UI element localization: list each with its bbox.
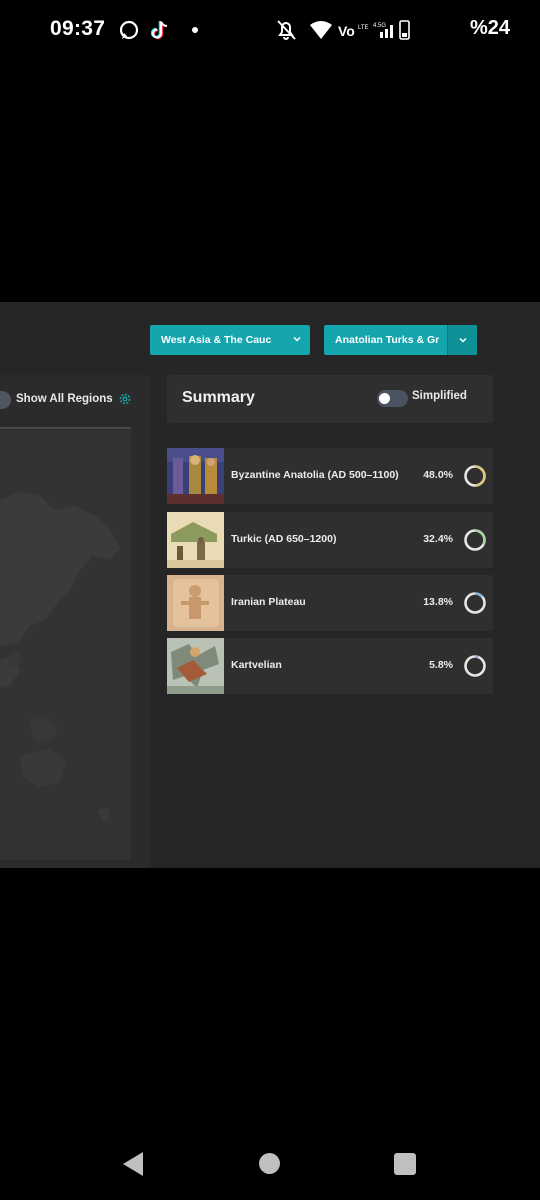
notification-icons — [118, 18, 208, 42]
region-dropdown-label: West Asia & The Cauc — [161, 334, 272, 346]
population-row[interactable]: Byzantine Anatolia (AD 500–1100) 48.0% — [167, 448, 493, 504]
iranian-thumbnail — [167, 575, 224, 631]
ancestry-panel: West Asia & The Cauc Anatolian Turks & G… — [0, 302, 540, 868]
home-button[interactable] — [259, 1153, 280, 1174]
population-percent: 32.4% — [423, 533, 453, 545]
world-map[interactable] — [0, 430, 131, 860]
simplified-label: Simplified — [412, 390, 467, 402]
population-row[interactable]: Kartvelian 5.8% — [167, 638, 493, 694]
mute-icon — [277, 20, 296, 40]
chevron-down-icon — [459, 337, 467, 343]
svg-text:Vo: Vo — [338, 23, 355, 39]
volte-icon: Vo LTE 4.5G — [338, 23, 386, 39]
percent-ring — [464, 465, 486, 487]
turkic-thumbnail — [167, 512, 224, 568]
population-dropdown[interactable]: Anatolian Turks & Gr — [324, 325, 477, 355]
battery-percent: %24 — [469, 17, 510, 39]
region-dropdown[interactable]: West Asia & The Cauc — [150, 325, 310, 355]
simplified-toggle[interactable] — [377, 390, 408, 407]
percent-ring — [464, 529, 486, 551]
population-name: Byzantine Anatolia (AD 500–1100) — [231, 469, 399, 481]
population-percent: 13.8% — [423, 596, 453, 608]
population-percent: 48.0% — [423, 469, 453, 481]
tiktok-icon — [150, 21, 168, 40]
summary-header: Summary Simplified — [167, 375, 493, 423]
whatsapp-icon — [119, 20, 139, 40]
population-row[interactable]: Turkic (AD 650–1200) 32.4% — [167, 512, 493, 568]
kartvelian-thumbnail — [167, 638, 224, 694]
svg-text:LTE: LTE — [358, 25, 369, 31]
toggle-knob — [379, 393, 390, 404]
percent-ring — [464, 592, 486, 614]
wifi-icon — [310, 21, 332, 39]
summary-title: Summary — [182, 389, 255, 406]
byzantine-thumbnail — [167, 448, 224, 504]
gear-icon[interactable] — [118, 392, 132, 406]
percent-ring — [464, 655, 486, 677]
status-bar: 09:37 Vo LTE 4.5G %24 — [0, 0, 540, 60]
population-percent: 5.8% — [429, 659, 453, 671]
map-divider — [0, 427, 131, 429]
back-icon[interactable] — [122, 1151, 144, 1177]
chevron-down-icon — [293, 336, 301, 342]
svg-text:4.5G: 4.5G — [373, 23, 386, 29]
battery-icon — [399, 20, 410, 40]
show-all-toggle[interactable] — [0, 391, 11, 409]
population-row[interactable]: Iranian Plateau 13.8% — [167, 575, 493, 631]
status-time: 09:37 — [50, 17, 106, 40]
population-dropdown-label: Anatolian Turks & Gr — [335, 334, 440, 346]
dot-icon — [192, 27, 198, 33]
map-panel: Show All Regions — [0, 375, 150, 868]
population-name: Iranian Plateau — [231, 596, 306, 608]
show-all-label: Show All Regions — [16, 393, 113, 405]
recent-apps-button[interactable] — [394, 1153, 416, 1175]
ring-track — [464, 655, 486, 677]
population-name: Kartvelian — [231, 659, 282, 671]
population-name: Turkic (AD 650–1200) — [231, 533, 337, 545]
population-dropdown-toggle[interactable] — [447, 325, 477, 355]
